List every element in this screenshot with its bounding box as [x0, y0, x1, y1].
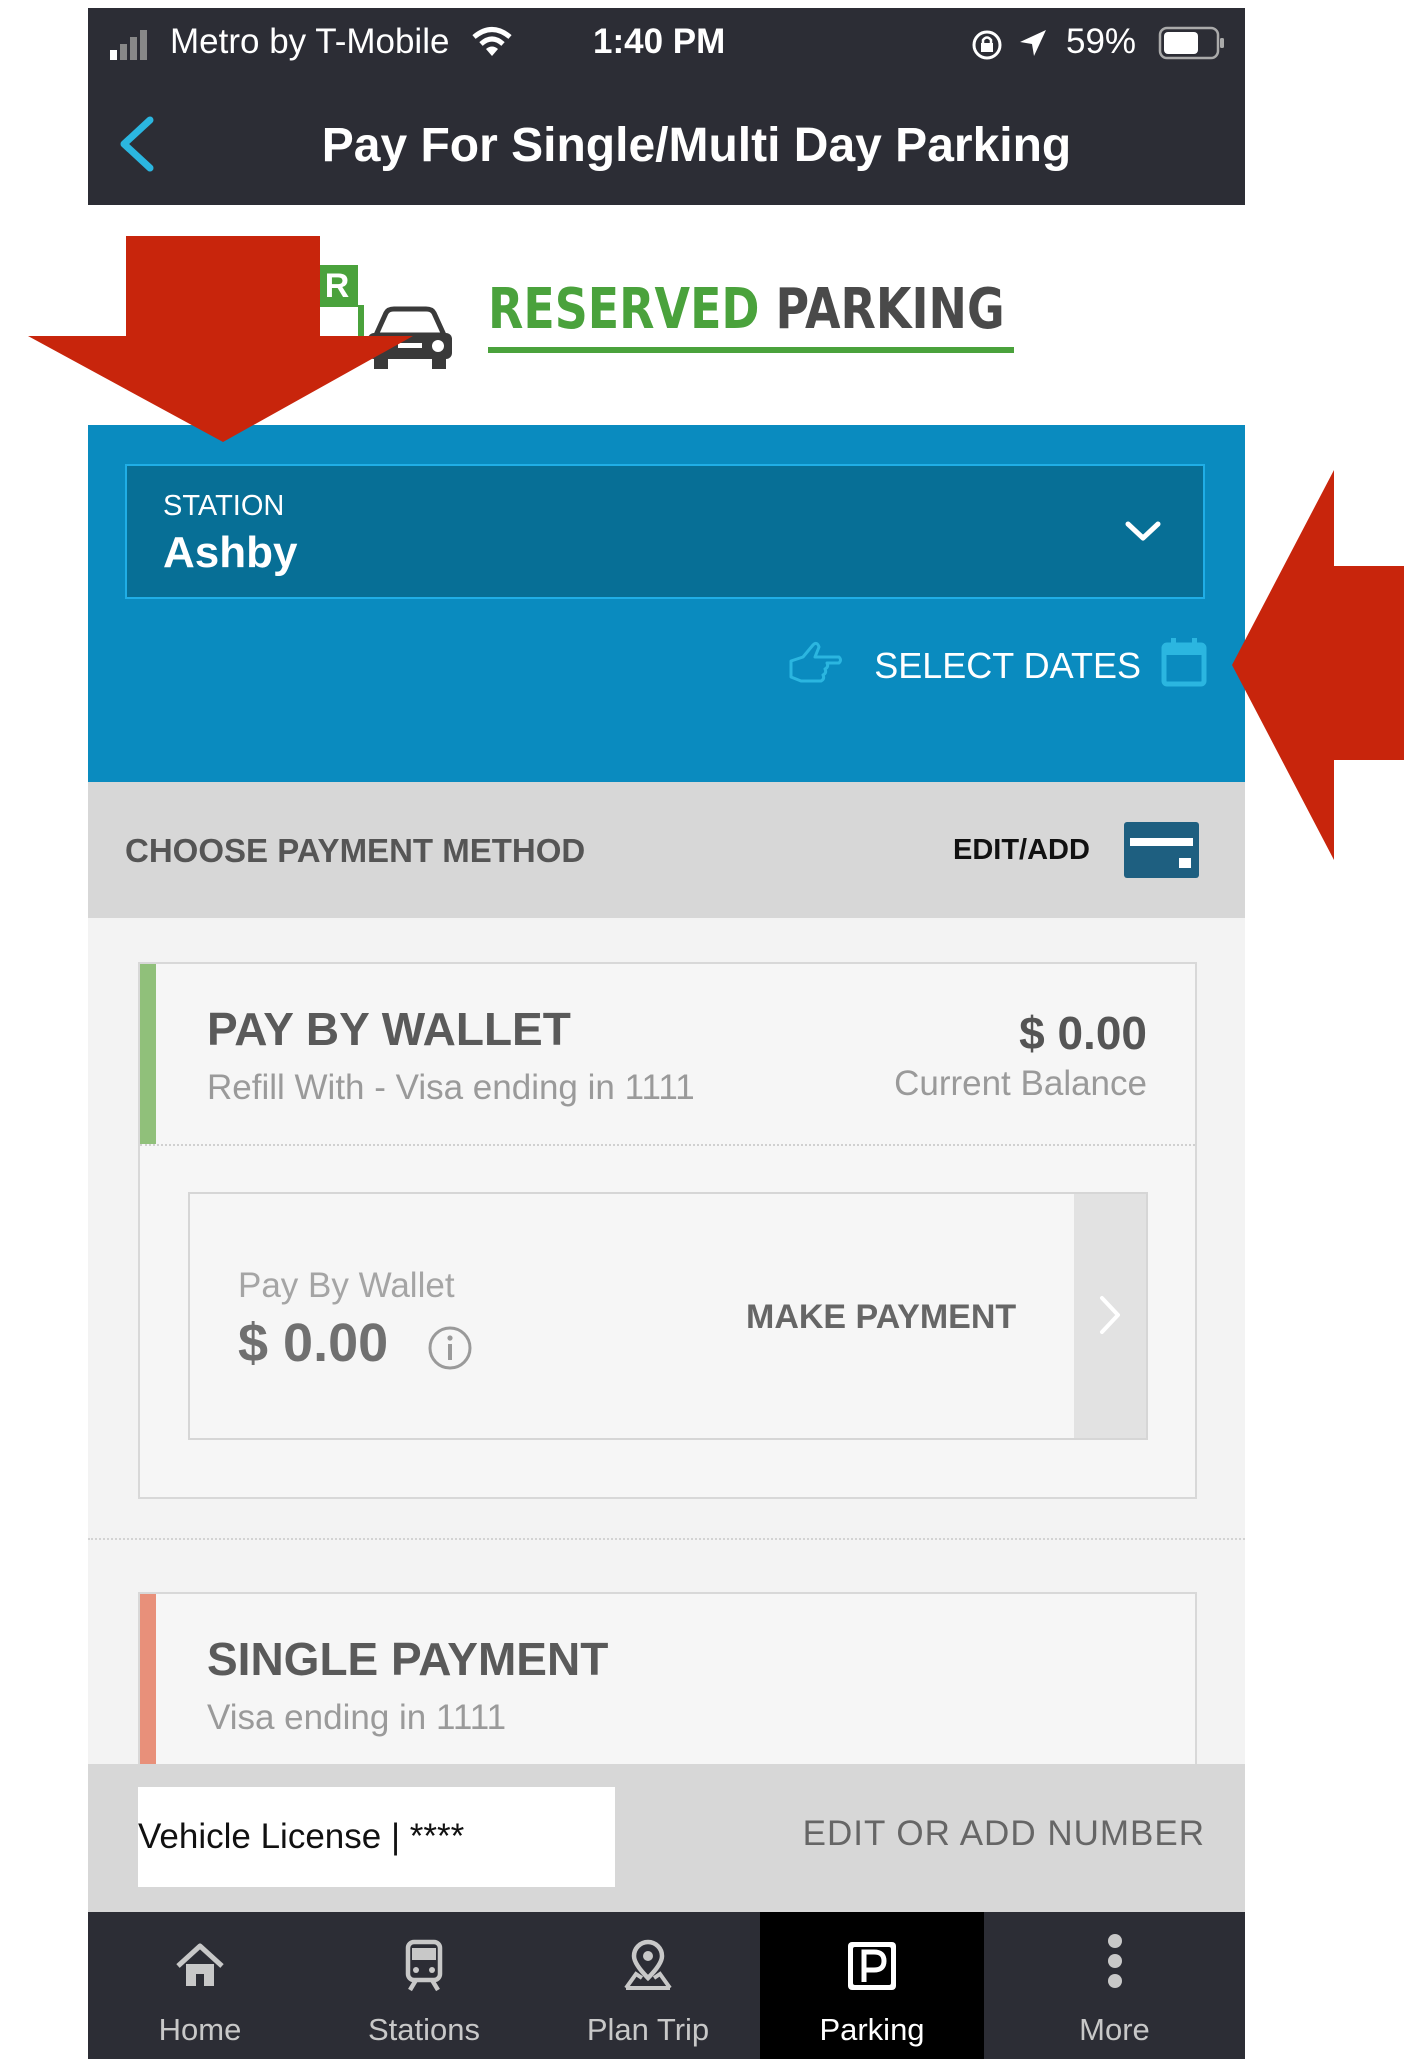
divider [140, 1144, 1195, 1146]
signal-icon [110, 30, 147, 60]
title-bar: Pay For Single/Multi Day Parking [88, 78, 1245, 205]
logo-underline [488, 347, 1014, 353]
tab-label: Stations [367, 2012, 480, 2047]
wifi-icon [472, 27, 512, 56]
train-icon [405, 1939, 443, 1992]
edit-add-number-button[interactable]: EDIT OR ADD NUMBER [803, 1814, 1205, 1854]
tab-plan-trip[interactable]: Plan Trip [536, 1912, 760, 2059]
tab-more[interactable]: More [984, 1912, 1245, 2059]
more-icon [1107, 1934, 1122, 1988]
station-dropdown[interactable]: STATION Ashby [125, 464, 1205, 599]
wallet-balance: $ 0.00 [1019, 1007, 1147, 1059]
tab-parking[interactable]: Parking [760, 1912, 984, 2059]
select-dates-label: SELECT DATES [874, 645, 1141, 686]
tab-home[interactable]: Home [88, 1912, 312, 2059]
credit-card-icon[interactable] [1124, 822, 1199, 878]
wallet-refill-text: Refill With - Visa ending in 1111 [207, 1068, 695, 1107]
tab-label: Home [158, 2012, 242, 2047]
station-value: Ashby [163, 528, 298, 577]
wallet-pay-amount: $ 0.00 [238, 1313, 389, 1373]
info-icon[interactable] [426, 1324, 474, 1372]
carrier-name: Metro by T-Mobile [170, 22, 450, 61]
home-icon [176, 1943, 224, 1986]
vehicle-license-field[interactable]: Vehicle License | **** [138, 1787, 615, 1887]
battery-percent: 59% [1066, 22, 1137, 61]
tab-label: More [1079, 2012, 1150, 2047]
pointing-hand-icon [789, 641, 842, 683]
chevron-down-icon [1125, 521, 1161, 541]
battery-icon [1158, 26, 1224, 60]
calendar-icon [1161, 638, 1207, 687]
parking-icon [848, 1942, 896, 1990]
make-payment-arrow [1074, 1194, 1146, 1438]
bottom-tab-bar: Home Stations Plan Trip Parking More [88, 1912, 1245, 2059]
status-time: 1:40 PM [593, 22, 726, 61]
payment-method-header: CHOOSE PAYMENT METHOD EDIT/ADD [88, 782, 1245, 918]
single-payment-title: SINGLE PAYMENT [207, 1633, 609, 1685]
wallet-balance-label: Current Balance [894, 1064, 1147, 1103]
status-bar: Metro by T-Mobile 1:40 PM 59% [88, 8, 1245, 78]
station-label: STATION [163, 490, 285, 522]
chevron-right-icon [1100, 1296, 1120, 1334]
wallet-pay-label: Pay By Wallet [238, 1266, 455, 1305]
edit-add-button[interactable]: EDIT/ADD [953, 834, 1090, 867]
select-dates-button[interactable]: SELECT DATES [787, 633, 1207, 693]
make-payment-button[interactable]: Pay By Wallet $ 0.00 MAKE PAYMENT [188, 1192, 1148, 1440]
vehicle-license-bar: Vehicle License | **** EDIT OR ADD NUMBE… [88, 1764, 1245, 1912]
tab-label: Parking [819, 2012, 925, 2047]
single-payment-card[interactable]: SINGLE PAYMENT Visa ending in 1111 [138, 1592, 1197, 1794]
tab-stations[interactable]: Stations [312, 1912, 536, 2059]
map-pin-icon [624, 1939, 672, 1990]
single-payment-card-text: Visa ending in 1111 [207, 1698, 507, 1737]
section-divider [88, 1538, 1245, 1540]
page-title: Pay For Single/Multi Day Parking [321, 119, 1072, 172]
location-arrow-icon [1020, 30, 1046, 56]
payment-method-title: CHOOSE PAYMENT METHOD [125, 832, 586, 869]
top-bar: Metro by T-Mobile 1:40 PM 59% Pay For Si… [88, 8, 1245, 205]
annotation-arrow-left [1232, 470, 1404, 860]
wallet-accent-bar [140, 964, 156, 1144]
make-payment-label: MAKE PAYMENT [746, 1298, 1017, 1336]
station-panel: STATION Ashby SELECT DATES [88, 425, 1245, 782]
rotation-lock-icon [972, 30, 1002, 60]
logo-text: RESERVED PARKING [488, 277, 1005, 342]
tab-label: Plan Trip [586, 2012, 710, 2047]
annotation-arrow-down [28, 236, 413, 442]
wallet-title: PAY BY WALLET [207, 1003, 571, 1055]
pay-by-wallet-card[interactable]: PAY BY WALLET Refill With - Visa ending … [138, 962, 1197, 1499]
